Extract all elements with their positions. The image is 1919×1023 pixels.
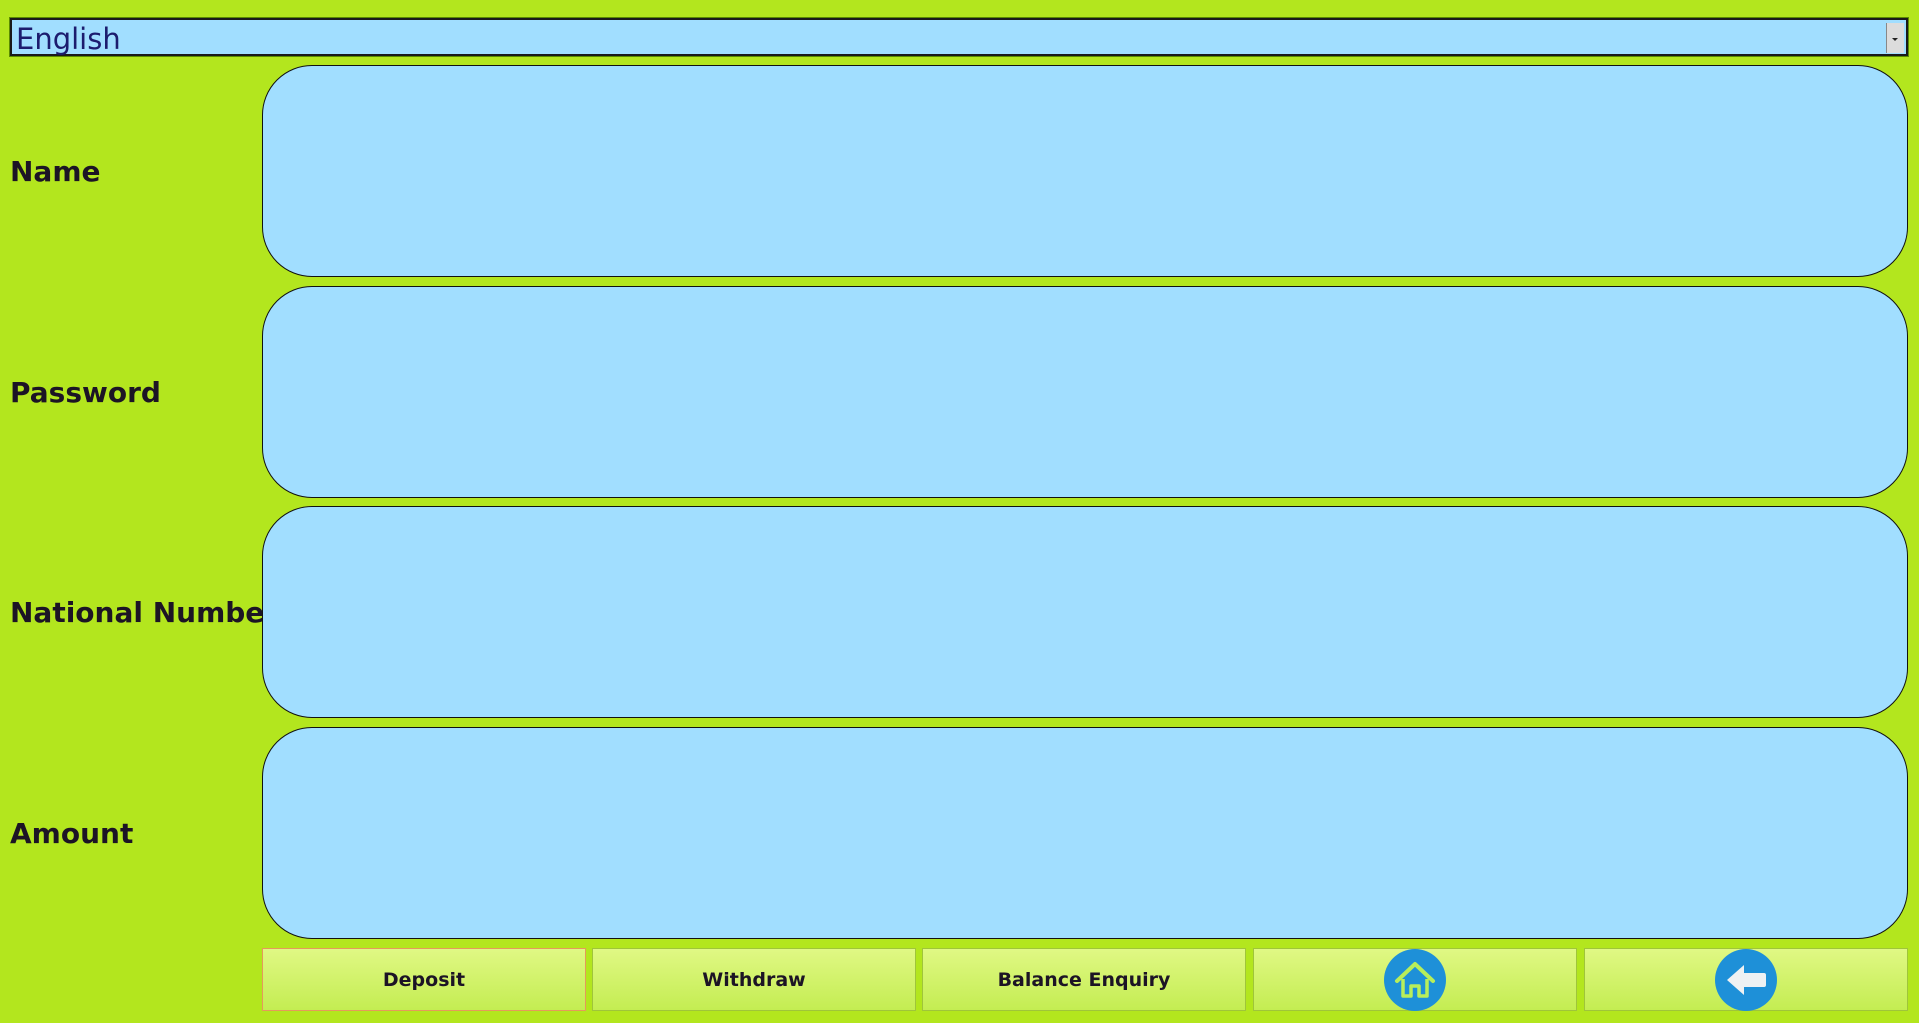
withdraw-button-label: Withdraw	[702, 968, 806, 991]
name-field[interactable]	[262, 65, 1908, 277]
back-button[interactable]	[1584, 948, 1908, 1011]
dropdown-arrow-icon[interactable]	[1886, 23, 1904, 53]
home-icon	[1384, 948, 1446, 1011]
deposit-button-label: Deposit	[382, 968, 466, 991]
national-number-label: National Number	[10, 596, 279, 629]
national-number-field[interactable]	[262, 506, 1908, 718]
name-label: Name	[10, 155, 101, 188]
language-select[interactable]: English	[9, 17, 1909, 57]
home-button[interactable]	[1253, 948, 1577, 1011]
balance-enquiry-button-label: Balance Enquiry	[997, 968, 1171, 991]
amount-label: Amount	[10, 817, 134, 850]
deposit-button[interactable]: Deposit	[262, 948, 586, 1011]
withdraw-button[interactable]: Withdraw	[592, 948, 916, 1011]
password-label: Password	[10, 376, 161, 409]
back-arrow-icon	[1715, 948, 1777, 1011]
amount-field[interactable]	[262, 727, 1908, 939]
password-field[interactable]	[262, 286, 1908, 498]
balance-enquiry-button[interactable]: Balance Enquiry	[922, 948, 1246, 1011]
language-select-value: English	[16, 22, 121, 56]
atm-screen: English Name Password National Number Am…	[0, 0, 1919, 1023]
